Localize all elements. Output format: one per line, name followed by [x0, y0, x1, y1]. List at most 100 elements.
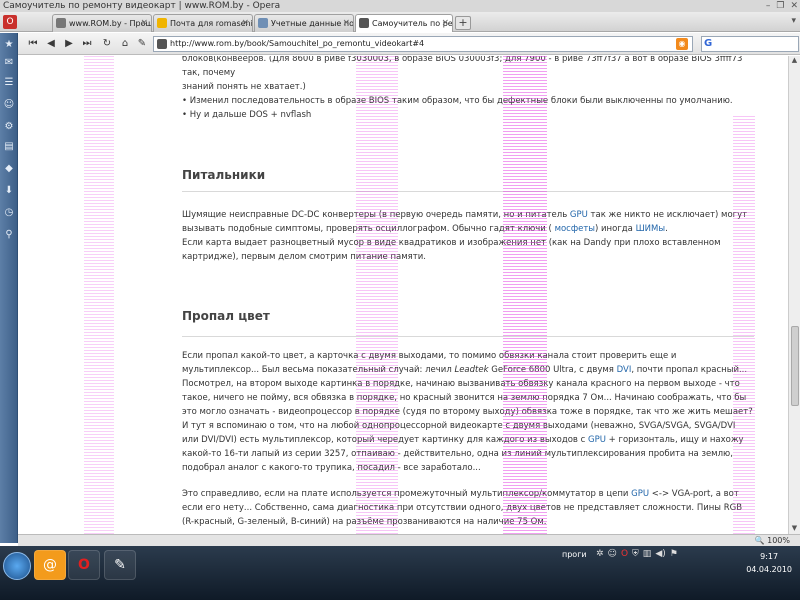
window-title: Самоучитель по ремонту видеокарт | www.R…: [3, 1, 281, 11]
tab-close-icon[interactable]: ×: [140, 15, 148, 32]
tab-close-icon[interactable]: ×: [441, 15, 449, 32]
tab-user-credentials[interactable]: Учетные данные поль... ×: [254, 14, 354, 32]
taskbar: @ O ✎ проги ✲ ☺ O ⛨ ▥ ◀) ⚑ 9:17 04.04.20…: [0, 546, 800, 600]
tab-close-icon[interactable]: ×: [241, 15, 249, 32]
rewind-icon[interactable]: ⏮: [26, 37, 40, 51]
mail-icon[interactable]: ✉: [3, 57, 15, 69]
home-icon[interactable]: ⌂: [118, 37, 132, 51]
gpu-link[interactable]: GPU: [588, 435, 606, 445]
tray-person-icon[interactable]: ☺: [608, 549, 617, 559]
links-icon[interactable]: ⚲: [3, 229, 15, 241]
tab-bar: O www.ROM.by - Прошу... × Почта для roma…: [0, 12, 800, 32]
zoom-value: 100%: [767, 536, 790, 545]
opera-menu-button[interactable]: O: [3, 15, 17, 29]
tray-label: проги: [562, 550, 587, 559]
leadtek-text: Leadtek: [454, 365, 489, 375]
intro-line: знаний понять не хватает.): [182, 82, 306, 92]
tab-rom-forum[interactable]: www.ROM.by - Прошу... ×: [52, 14, 152, 32]
reload-icon[interactable]: ↻: [100, 37, 114, 51]
list-item: • Ну и дальше DOS + nvflash: [182, 110, 312, 120]
intro-line: блоков(конвееров. (Для 8600 в риве f3030…: [182, 56, 743, 78]
zoom-level[interactable]: 🔍 100%: [755, 535, 790, 546]
misc-app-icon[interactable]: ✎: [104, 550, 136, 580]
vertical-scrollbar[interactable]: ▲ ▼: [788, 56, 800, 534]
tab-scroll-icon[interactable]: ▾: [791, 16, 796, 26]
google-search-icon[interactable]: G: [704, 38, 716, 50]
article-intro: блоков(конвееров. (Для 8600 в риве f3030…: [182, 56, 754, 122]
scroll-thumb[interactable]: [791, 326, 799, 406]
contacts-icon[interactable]: ☰: [3, 77, 15, 89]
paragraph: Шумящие неисправные DC-DC конвертеры (в …: [182, 208, 754, 236]
section-heading: Питальники: [182, 168, 266, 182]
person-icon[interactable]: ☺: [3, 99, 15, 111]
clock-time: 9:17: [760, 552, 779, 561]
minimize-button[interactable]: –: [766, 0, 771, 12]
text: Шумящие неисправные DC-DC конвертеры (в …: [182, 210, 570, 220]
settings-icon[interactable]: ⚙: [3, 121, 15, 133]
new-tab-button[interactable]: +: [455, 16, 471, 30]
section-heading-pitalniki: Питальники: [182, 168, 754, 182]
section-heading-propal-cvet: Пропал цвет: [182, 309, 754, 323]
maximize-button[interactable]: ❐: [776, 0, 784, 12]
divider: [182, 191, 754, 192]
widgets-icon[interactable]: ◆: [3, 163, 15, 175]
bullet-text: Изменил последовательность в образе BIOS…: [189, 96, 733, 106]
tab-mail[interactable]: Почта для romasenin... ×: [153, 14, 253, 32]
tray-icons: ✲ ☺ O ⛨ ▥ ◀) ⚑: [596, 549, 678, 559]
site-favicon-icon: [359, 18, 369, 28]
text: GeForce 6800 Ultra, с двумя: [488, 365, 617, 375]
list-item: • Изменил последовательность в образе BI…: [182, 96, 733, 106]
wand-icon[interactable]: ✎: [135, 37, 149, 51]
pwm-link[interactable]: ШИМы: [636, 224, 666, 234]
tray-star-icon[interactable]: ✲: [596, 549, 604, 559]
scroll-up-icon[interactable]: ▲: [789, 56, 800, 66]
close-button[interactable]: ✕: [790, 0, 798, 12]
mail-app-icon[interactable]: @: [34, 550, 66, 580]
gpu-link[interactable]: GPU: [631, 489, 649, 499]
site-favicon-icon: [56, 18, 66, 28]
tray-flag-icon[interactable]: ⚑: [670, 549, 678, 559]
text: Это справедливо, если на плате используе…: [182, 489, 632, 499]
mosfet-link[interactable]: мосфеты: [555, 224, 595, 234]
downloads-icon[interactable]: ⬇: [3, 185, 15, 197]
text: .: [665, 224, 668, 234]
tray-volume-icon[interactable]: ◀): [655, 549, 665, 559]
paragraph: Это справедливо, если на плате используе…: [182, 487, 754, 529]
fast-forward-icon[interactable]: ⏭: [80, 37, 94, 51]
rss-feed-icon[interactable]: ◉: [676, 38, 688, 50]
window-title-bar: Самоучитель по ремонту видеокарт | www.R…: [0, 0, 800, 12]
gpu-link[interactable]: GPU: [570, 210, 588, 220]
panel-sidebar: ★ ✉ ☰ ☺ ⚙ ▤ ◆ ⬇ ◷ ⚲: [0, 33, 18, 543]
section-heading: Пропал цвет: [182, 309, 270, 323]
page-content: блоков(конвееров. (Для 8600 в риве f3030…: [18, 56, 788, 534]
tab-close-icon[interactable]: ×: [342, 15, 350, 32]
divider: [182, 336, 754, 337]
scroll-down-icon[interactable]: ▼: [789, 524, 800, 534]
navigation-bar: ⏮ ◀ ▶ ⏭ ↻ ⌂ ✎ http://www.rom.by/book/Sam…: [18, 33, 800, 55]
artifact-stripe: [84, 56, 114, 534]
system-tray: проги ✲ ☺ O ⛨ ▥ ◀) ⚑ 9:17 04.04.2010: [550, 546, 800, 600]
dvi-link[interactable]: DVI: [617, 365, 632, 375]
tray-shield-icon[interactable]: ⛨: [632, 549, 639, 559]
tab-samouchitel[interactable]: Самоучитель по ремо... ×: [355, 14, 453, 32]
bookmarks-icon[interactable]: ★: [3, 39, 15, 51]
forward-icon[interactable]: ▶: [62, 37, 76, 51]
opera-app-icon[interactable]: O: [68, 550, 100, 580]
search-field[interactable]: G: [701, 36, 799, 52]
paragraph: Если карта выдает разноцветный мусор в в…: [182, 238, 721, 262]
address-field[interactable]: http://www.rom.by/book/Samouchitel_po_re…: [153, 36, 693, 52]
bullet-text: Ну и дальше DOS + nvflash: [189, 110, 312, 120]
tray-network-icon[interactable]: ▥: [643, 549, 652, 559]
start-button[interactable]: [3, 552, 31, 580]
page-favicon-icon: [258, 18, 268, 28]
clock[interactable]: 9:17 04.04.2010: [746, 550, 792, 576]
text: ) иногда: [595, 224, 636, 234]
section1-body: Шумящие неисправные DC-DC конвертеры (в …: [182, 208, 754, 264]
back-icon[interactable]: ◀: [44, 37, 58, 51]
paragraph: Если пропал какой-то цвет, а карточка с …: [182, 349, 754, 475]
notes-icon[interactable]: ▤: [3, 141, 15, 153]
section2-body: Если пропал какой-то цвет, а карточка с …: [182, 349, 754, 529]
history-icon[interactable]: ◷: [3, 207, 15, 219]
tray-opera-icon[interactable]: O: [621, 549, 628, 559]
status-bar: 🔍 100%: [18, 534, 800, 546]
